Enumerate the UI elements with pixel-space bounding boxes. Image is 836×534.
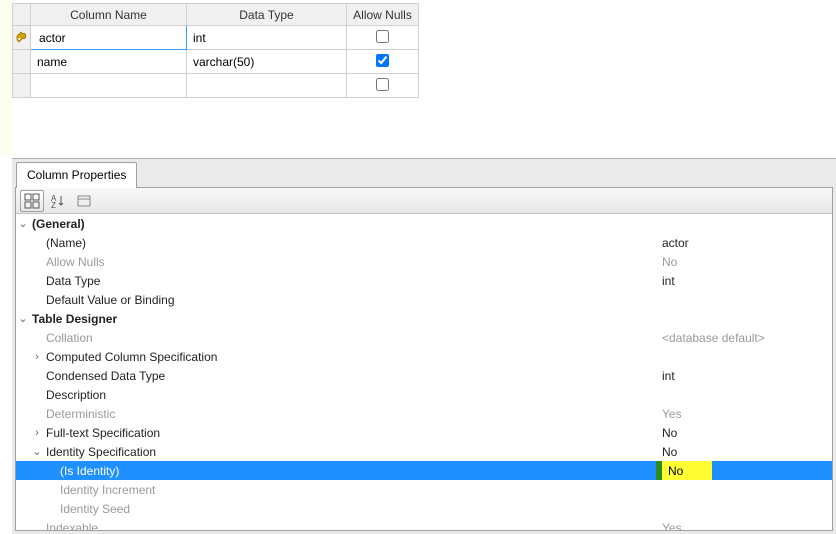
- prop-value[interactable]: No: [656, 426, 832, 440]
- categorized-button[interactable]: [20, 190, 44, 212]
- header-data-type[interactable]: Data Type: [187, 4, 347, 26]
- category-label: (General): [30, 217, 656, 231]
- properties-toolbar: AZ: [16, 188, 832, 214]
- columns-table[interactable]: Column Name Data Type Allow Nulls int na…: [12, 3, 419, 98]
- prop-label: Collation: [44, 331, 656, 345]
- left-gutter: [0, 0, 12, 155]
- prop-label: Identity Increment: [58, 483, 656, 497]
- prop-value[interactable]: No: [662, 461, 712, 480]
- prop-value[interactable]: int: [656, 369, 832, 383]
- pages-icon: [76, 193, 92, 209]
- prop-value[interactable]: actor: [656, 236, 832, 250]
- cell-column-name[interactable]: name: [31, 50, 187, 74]
- prop-indexable[interactable]: Indexable Yes: [16, 518, 832, 530]
- category-general[interactable]: ⌄ (General): [16, 214, 832, 233]
- prop-label: Identity Specification: [44, 445, 656, 459]
- table-row[interactable]: int: [13, 26, 419, 50]
- cell-data-type[interactable]: [187, 74, 347, 98]
- column-name-input[interactable]: [37, 27, 180, 49]
- prop-identity-seed[interactable]: Identity Seed: [16, 499, 832, 518]
- collapse-icon[interactable]: ⌄: [16, 312, 30, 325]
- prop-label: Identity Seed: [58, 502, 656, 516]
- prop-identity-increment[interactable]: Identity Increment: [16, 480, 832, 499]
- collapse-icon[interactable]: ⌄: [30, 445, 44, 458]
- prop-label: (Name): [44, 236, 656, 250]
- categorized-icon: [24, 193, 40, 209]
- tab-column-properties[interactable]: Column Properties: [16, 162, 137, 188]
- prop-label: Data Type: [44, 274, 656, 288]
- allow-nulls-checkbox[interactable]: [376, 30, 389, 43]
- allow-nulls-checkbox[interactable]: [376, 54, 389, 67]
- cell-data-type[interactable]: varchar(50): [187, 50, 347, 74]
- header-column-name[interactable]: Column Name: [31, 4, 187, 26]
- row-selector-key[interactable]: [13, 26, 31, 50]
- prop-value[interactable]: int: [656, 274, 832, 288]
- cell-column-name[interactable]: [31, 26, 187, 50]
- prop-fulltext[interactable]: › Full-text Specification No: [16, 423, 832, 442]
- svg-text:Z: Z: [51, 201, 56, 209]
- prop-label: Default Value or Binding: [44, 293, 656, 307]
- prop-identity-spec[interactable]: ⌄ Identity Specification No: [16, 442, 832, 461]
- cell-allow-nulls[interactable]: [347, 74, 419, 98]
- column-properties-panel: Column Properties AZ ⌄ (General) (Name) …: [12, 158, 836, 534]
- prop-condensed-type[interactable]: Condensed Data Type int: [16, 366, 832, 385]
- prop-name[interactable]: (Name) actor: [16, 233, 832, 252]
- cell-allow-nulls[interactable]: [347, 26, 419, 50]
- prop-label: Full-text Specification: [44, 426, 656, 440]
- primary-key-icon: [15, 29, 29, 43]
- cell-column-name[interactable]: [31, 74, 187, 98]
- prop-value[interactable]: Yes: [656, 407, 832, 421]
- header-allow-nulls[interactable]: Allow Nulls: [347, 4, 419, 26]
- category-table-designer[interactable]: ⌄ Table Designer: [16, 309, 832, 328]
- prop-is-identity[interactable]: (Is Identity) No: [16, 461, 832, 480]
- table-row[interactable]: [13, 74, 419, 98]
- column-designer-grid: Column Name Data Type Allow Nulls int na…: [0, 0, 836, 155]
- expand-icon[interactable]: ›: [30, 427, 44, 439]
- cell-allow-nulls[interactable]: [347, 50, 419, 74]
- prop-value[interactable]: No: [656, 255, 832, 269]
- prop-value-wrap[interactable]: No: [656, 461, 712, 480]
- row-selector[interactable]: [13, 74, 31, 98]
- prop-data-type[interactable]: Data Type int: [16, 271, 832, 290]
- prop-value[interactable]: <database default>: [656, 331, 832, 345]
- tab-bar: Column Properties: [12, 159, 836, 187]
- table-row[interactable]: name varchar(50): [13, 50, 419, 74]
- sort-az-icon: AZ: [50, 193, 66, 209]
- prop-collation[interactable]: Collation <database default>: [16, 328, 832, 347]
- prop-label: Computed Column Specification: [44, 350, 656, 364]
- prop-label: Description: [44, 388, 656, 402]
- prop-label: Deterministic: [44, 407, 656, 421]
- prop-label: Allow Nulls: [44, 255, 656, 269]
- row-header-blank: [13, 4, 31, 26]
- alphabetical-button[interactable]: AZ: [46, 190, 70, 212]
- prop-label: Indexable: [44, 521, 656, 531]
- expand-icon[interactable]: ›: [30, 351, 44, 363]
- property-pages-button[interactable]: [72, 190, 96, 212]
- prop-computed-column[interactable]: › Computed Column Specification: [16, 347, 832, 366]
- cell-data-type[interactable]: int: [187, 26, 347, 50]
- collapse-icon[interactable]: ⌄: [16, 217, 30, 230]
- property-grid[interactable]: ⌄ (General) (Name) actor Allow Nulls No …: [16, 214, 832, 530]
- prop-deterministic[interactable]: Deterministic Yes: [16, 404, 832, 423]
- allow-nulls-checkbox[interactable]: [376, 78, 389, 91]
- prop-label: (Is Identity): [58, 464, 656, 478]
- prop-value[interactable]: No: [656, 445, 832, 459]
- prop-allow-nulls[interactable]: Allow Nulls No: [16, 252, 832, 271]
- prop-default-value[interactable]: Default Value or Binding: [16, 290, 832, 309]
- prop-value[interactable]: Yes: [656, 521, 832, 531]
- category-label: Table Designer: [30, 312, 656, 326]
- properties-container: AZ ⌄ (General) (Name) actor Allow Nulls …: [15, 187, 833, 531]
- prop-label: Condensed Data Type: [44, 369, 656, 383]
- row-selector[interactable]: [13, 50, 31, 74]
- prop-description[interactable]: Description: [16, 385, 832, 404]
